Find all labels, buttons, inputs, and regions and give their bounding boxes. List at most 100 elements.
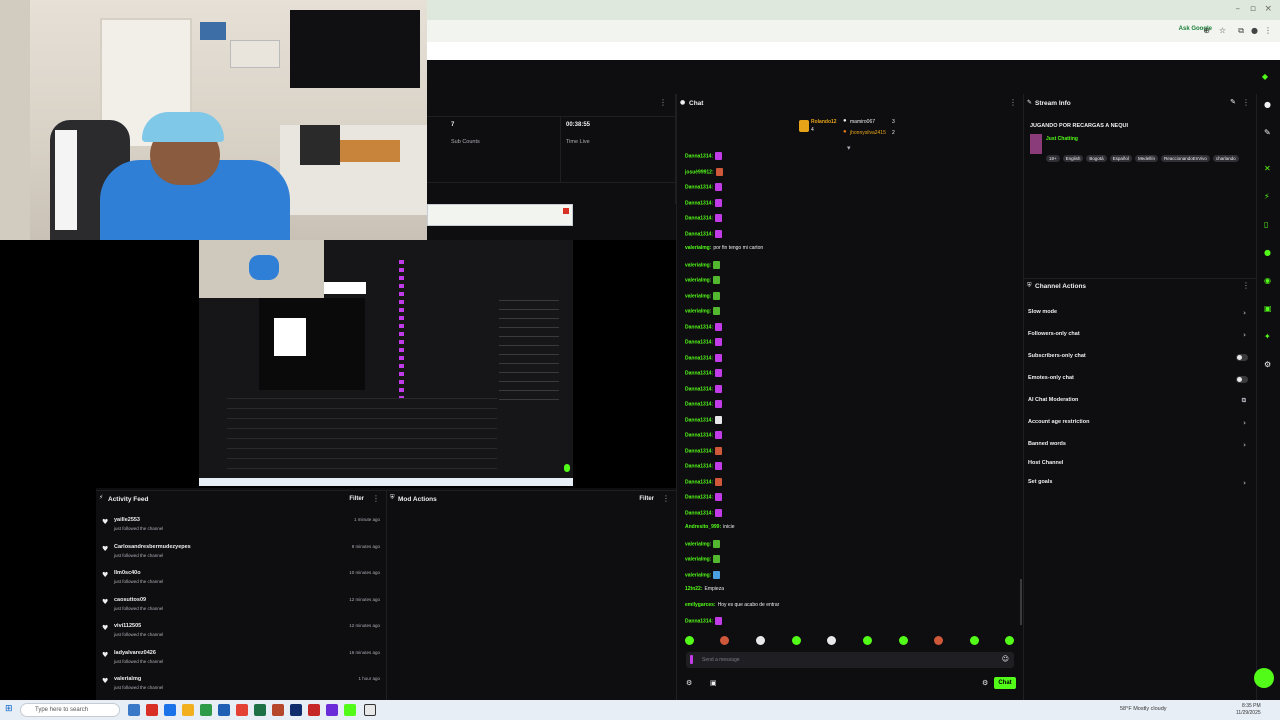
gifter-name[interactable]: Rolando12: [811, 119, 837, 125]
chat-send-button[interactable]: Chat: [994, 677, 1016, 689]
action-emotes-only[interactable]: Emotes-only chat: [1028, 375, 1250, 387]
chat-username[interactable]: 12tn22:: [685, 586, 703, 592]
extensions-icon[interactable]: ⧉: [1238, 26, 1244, 36]
chat-username[interactable]: emilygarces:: [685, 602, 716, 608]
powerpoint-icon[interactable]: [272, 704, 284, 716]
category-name[interactable]: Just Chatting: [1046, 136, 1078, 142]
edit-stream-info-icon[interactable]: ✎: [1230, 98, 1236, 106]
more-icon[interactable]: ⋮: [1242, 98, 1250, 107]
lightning-icon[interactable]: ⚡: [1264, 192, 1270, 201]
activity-feed-item[interactable]: ♥ ladyalvarez0426 just followed the channe…: [100, 650, 382, 670]
action-banned-words[interactable]: Banned words ›: [1028, 441, 1250, 453]
chat-username[interactable]: valerialmg:: [685, 541, 711, 547]
action-account-age[interactable]: Account age restriction ›: [1028, 419, 1250, 431]
more-icon[interactable]: ⋮: [662, 494, 670, 503]
obs-icon[interactable]: [364, 704, 376, 716]
gifter-name[interactable]: mamiro067: [850, 119, 875, 125]
kick-app-icon[interactable]: [344, 704, 356, 716]
chat-username[interactable]: Danna1314:: [685, 184, 713, 190]
emotes-only-toggle[interactable]: [1236, 376, 1248, 383]
star-icon[interactable]: ☆: [1219, 26, 1226, 35]
activity-feed-item[interactable]: ♥ valerialmg just followed the channel 1 ho…: [100, 676, 382, 696]
more-icon[interactable]: ⋮: [1009, 98, 1017, 107]
more-icon[interactable]: ⋮: [372, 494, 380, 503]
settings-icon[interactable]: ⚙: [982, 679, 988, 687]
chat-username[interactable]: josuè99912:: [685, 169, 714, 175]
filter-button[interactable]: Filter: [639, 496, 654, 502]
chat-username[interactable]: Andresito_999:: [685, 524, 721, 530]
action-ai-moderation[interactable]: AI Chat Moderation ⧉: [1028, 397, 1250, 409]
emote-shortcut[interactable]: [934, 636, 943, 645]
chat-username[interactable]: Danna1314:: [685, 370, 713, 376]
chat-username[interactable]: Danna1314:: [685, 432, 713, 438]
follower-name[interactable]: ladyalvarez0426: [114, 650, 156, 656]
close-icon[interactable]: ✕: [1264, 164, 1271, 173]
follower-name[interactable]: llm0sc40o: [114, 570, 141, 576]
chat-settings-icon[interactable]: ⚙: [686, 679, 692, 687]
chat-username[interactable]: Danna1314:: [685, 231, 713, 237]
activity-feed-item[interactable]: ♥ llm0sc40o just followed the channel 10 mi…: [100, 570, 382, 590]
follower-name[interactable]: yaille2553: [114, 517, 140, 523]
chrome-icon[interactable]: [236, 704, 248, 716]
chat-username[interactable]: Danna1314:: [685, 200, 713, 206]
chat-scrollbar[interactable]: [1020, 579, 1022, 625]
excel-icon[interactable]: [254, 704, 266, 716]
emoji-icon[interactable]: ☺: [1002, 655, 1009, 663]
gift-icon[interactable]: ▣: [1264, 304, 1272, 313]
emote-shortcut[interactable]: [1005, 636, 1014, 645]
phone-icon[interactable]: ▯: [1264, 220, 1268, 229]
activity-feed-item[interactable]: ♥ yaille2553 just followed the channel 1 mi…: [100, 517, 382, 537]
action-followers-only[interactable]: Followers-only chat ›: [1028, 331, 1250, 343]
chat-username[interactable]: Danna1314:: [685, 215, 713, 221]
chat-username[interactable]: Danna1314:: [685, 494, 713, 500]
app-icon[interactable]: [200, 704, 212, 716]
gifter-name[interactable]: jhonnysilva2415: [850, 130, 886, 136]
emote-shortcut[interactable]: [720, 636, 729, 645]
support-chat-button[interactable]: [1254, 668, 1274, 688]
emote-shortcut[interactable]: [970, 636, 979, 645]
edge-icon[interactable]: [164, 704, 176, 716]
activity-feed-item[interactable]: ♥ Carlosandresbermudezyepes just followed …: [100, 544, 382, 564]
chat-username[interactable]: Danna1314:: [685, 448, 713, 454]
emote-shortcut[interactable]: [685, 636, 694, 645]
activity-feed-item[interactable]: ♥ caosuttos09 just followed the channel 12 …: [100, 597, 382, 617]
address-bar[interactable]: [427, 20, 1280, 42]
more-icon[interactable]: ⋮: [1242, 281, 1250, 290]
app-icon[interactable]: [146, 704, 158, 716]
emote-shortcut[interactable]: [863, 636, 872, 645]
tools-icon[interactable]: ✦: [1264, 332, 1271, 341]
action-host-channel[interactable]: Host Channel: [1028, 460, 1250, 472]
file-explorer-icon[interactable]: [182, 704, 194, 716]
chat-input[interactable]: Send a message ☺: [686, 652, 1014, 668]
emote-shortcut[interactable]: [756, 636, 765, 645]
chat-username[interactable]: Danna1314:: [685, 324, 713, 330]
chat-username[interactable]: valerialmg:: [685, 262, 711, 268]
chat-username[interactable]: Danna1314:: [685, 153, 713, 159]
app-icon[interactable]: [218, 704, 230, 716]
record-icon[interactable]: ●: [1264, 248, 1271, 257]
action-set-goals[interactable]: Set goals ›: [1028, 479, 1250, 491]
taskbar-search-input[interactable]: Type here to search: [20, 703, 120, 717]
clipboard-icon[interactable]: ▣: [710, 679, 717, 687]
close-icon[interactable]: ×: [1264, 4, 1272, 14]
app-icon[interactable]: [290, 704, 302, 716]
chat-username[interactable]: valerialmg:: [685, 277, 711, 283]
info-icon[interactable]: ●: [1264, 100, 1271, 109]
subscribers-only-toggle[interactable]: [1236, 354, 1248, 361]
filter-button[interactable]: Filter: [349, 496, 364, 502]
minimize-icon[interactable]: –: [1236, 4, 1241, 14]
chat-username[interactable]: valerialmg:: [685, 245, 711, 251]
weather-widget[interactable]: 58°F Mostly cloudy: [1120, 706, 1167, 712]
app-icon[interactable]: [326, 704, 338, 716]
app-icon[interactable]: [308, 704, 320, 716]
chat-username[interactable]: Danna1314:: [685, 463, 713, 469]
chat-username[interactable]: valerialmg:: [685, 556, 711, 562]
chat-username[interactable]: valerialmg:: [685, 572, 711, 578]
action-slow-mode[interactable]: Slow mode ›: [1028, 309, 1250, 321]
maximize-icon[interactable]: ▫: [1250, 4, 1256, 14]
menu-icon[interactable]: ⋮: [1264, 26, 1272, 35]
chat-username[interactable]: Danna1314:: [685, 355, 713, 361]
chat-username[interactable]: Danna1314:: [685, 417, 713, 423]
chat-username[interactable]: valerialmg:: [685, 308, 711, 314]
settings-icon[interactable]: ⚙: [1264, 360, 1271, 369]
